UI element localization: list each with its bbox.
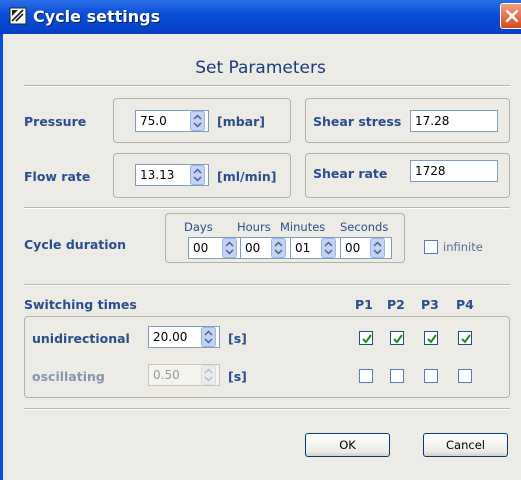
column-p3: P3 <box>421 297 439 312</box>
title-bar[interactable]: Cycle settings <box>0 0 521 34</box>
unidirectional-p4-checkbox[interactable] <box>458 331 472 345</box>
pressure-value: 75.0 <box>140 114 167 128</box>
page-title: Set Parameters <box>195 58 326 78</box>
oscillating-p4-checkbox[interactable] <box>458 369 472 383</box>
spinner-icon <box>190 111 205 131</box>
divider <box>24 284 510 286</box>
shear-rate-label: Shear rate <box>313 166 388 181</box>
seconds-label: Seconds <box>340 220 389 234</box>
spinner-icon <box>201 365 216 385</box>
column-p4: P4 <box>456 297 474 312</box>
shear-rate-input[interactable]: 1728 <box>410 160 498 182</box>
oscillating-unit: [s] <box>228 369 247 384</box>
minutes-spinner[interactable] <box>321 238 336 258</box>
unidirectional-p1-checkbox[interactable] <box>359 331 373 345</box>
unidirectional-unit: [s] <box>228 331 247 346</box>
spinner-icon <box>222 238 237 258</box>
infinite-label: infinite <box>443 240 483 254</box>
minutes-value: 01 <box>295 241 311 255</box>
column-p2: P2 <box>387 297 405 312</box>
column-p1: P1 <box>355 297 373 312</box>
checkmark-icon <box>461 334 471 344</box>
unidirectional-label: unidirectional <box>32 331 130 346</box>
infinite-checkbox[interactable] <box>424 240 438 254</box>
divider <box>24 207 510 209</box>
pressure-label: Pressure <box>24 114 87 129</box>
seconds-spinner[interactable] <box>370 238 385 258</box>
switching-times-group <box>24 316 510 398</box>
app-icon <box>9 7 27 25</box>
flow-rate-unit: [ml/min] <box>217 169 277 184</box>
oscillating-p2-checkbox[interactable] <box>390 369 404 383</box>
flow-rate-value: 13.13 <box>140 168 175 182</box>
days-label: Days <box>184 220 213 234</box>
divider <box>24 85 510 87</box>
flow-rate-spinner[interactable] <box>190 165 205 185</box>
cycle-duration-label: Cycle duration <box>24 237 127 252</box>
hours-spinner[interactable] <box>271 238 286 258</box>
spinner-icon <box>201 327 216 347</box>
pressure-unit: [mbar] <box>217 114 265 129</box>
unidirectional-spinner[interactable] <box>201 327 216 347</box>
checkmark-icon <box>362 334 372 344</box>
seconds-value: 00 <box>345 241 361 255</box>
spinner-icon <box>321 238 336 258</box>
cancel-button[interactable]: Cancel <box>423 433 508 457</box>
spinner-icon <box>271 238 286 258</box>
close-button[interactable] <box>500 3 521 29</box>
flow-rate-label: Flow rate <box>24 169 91 184</box>
switching-times-title: Switching times <box>24 297 137 312</box>
window-title: Cycle settings <box>33 7 161 26</box>
divider <box>24 408 510 410</box>
oscillating-label: oscillating <box>32 369 105 384</box>
oscillating-spinner[interactable] <box>201 365 216 385</box>
days-spinner[interactable] <box>222 238 237 258</box>
pressure-spinner[interactable] <box>190 111 205 131</box>
unidirectional-p2-checkbox[interactable] <box>390 331 404 345</box>
checkmark-icon <box>427 334 437 344</box>
spinner-icon <box>370 238 385 258</box>
oscillating-p1-checkbox[interactable] <box>359 369 373 383</box>
spinner-icon <box>190 165 205 185</box>
oscillating-value: 0.50 <box>153 368 180 382</box>
unidirectional-p3-checkbox[interactable] <box>424 331 438 345</box>
checkmark-icon <box>393 334 403 344</box>
shear-stress-label: Shear stress <box>313 114 402 129</box>
unidirectional-value: 20.00 <box>153 330 188 344</box>
oscillating-p3-checkbox[interactable] <box>424 369 438 383</box>
shear-stress-value: 17.28 <box>415 114 450 128</box>
days-value: 00 <box>193 241 209 255</box>
minutes-label: Minutes <box>280 220 326 234</box>
hours-value: 00 <box>245 241 261 255</box>
ok-button[interactable]: OK <box>305 433 390 457</box>
close-icon <box>505 9 519 23</box>
shear-rate-value: 1728 <box>415 164 446 178</box>
shear-stress-input[interactable]: 17.28 <box>410 110 498 132</box>
hours-label: Hours <box>237 220 271 234</box>
